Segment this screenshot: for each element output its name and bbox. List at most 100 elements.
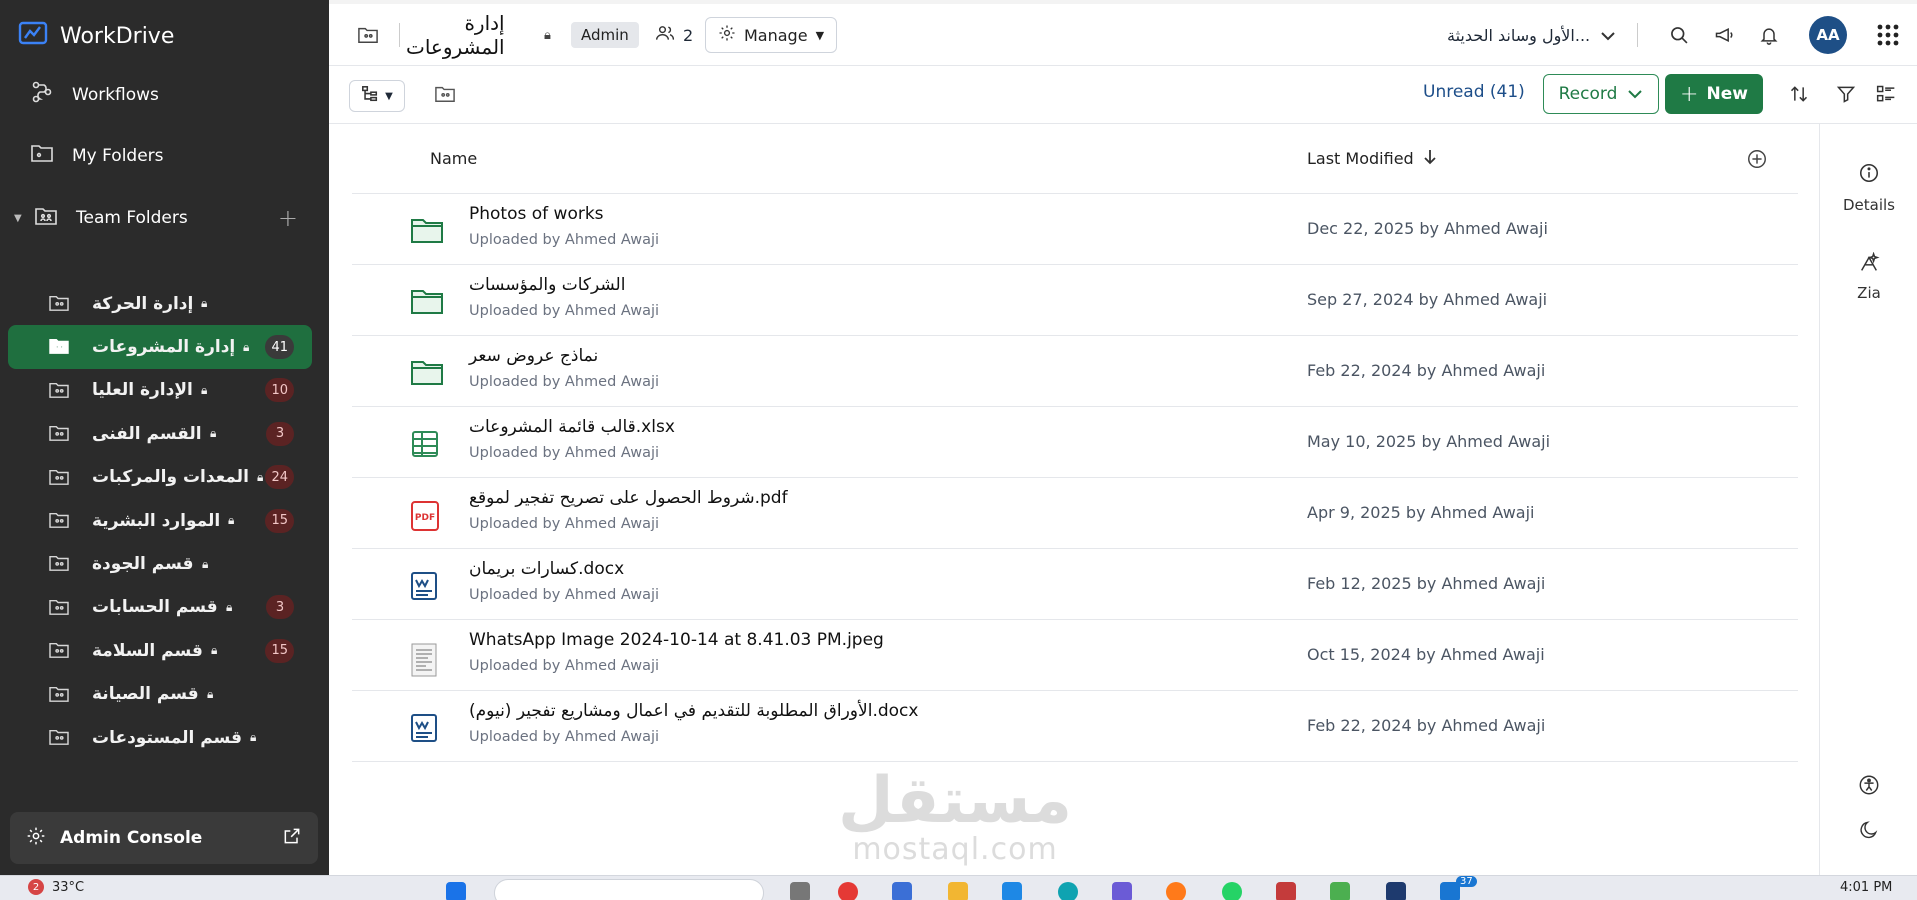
lock-icon: 🔒︎ [207,686,214,701]
table-row[interactable]: نماذج عروض سعر Uploaded by Ahmed Awaji Feb… [352,336,1798,407]
file-name[interactable]: WhatsApp Image 2024-10-14 at 8.41.03 PM.… [469,630,884,650]
whatsapp-icon[interactable] [1222,882,1242,900]
sidebar-folder-item[interactable]: قسم الصيانة 🔒︎ [8,673,312,716]
unread-filter-link[interactable]: Unread (41) [1423,82,1525,102]
file-explorer-icon[interactable] [948,882,968,900]
team-folder-icon [48,381,70,399]
column-header-name[interactable]: Name [430,149,477,168]
weather-widget[interactable]: 2 33°C [28,879,84,895]
column-header-last-modified[interactable]: Last Modified [1307,149,1436,169]
excel-icon[interactable] [1330,882,1350,900]
table-row[interactable]: الشركات والمؤسسات Uploaded by Ahmed Awaji… [352,265,1798,336]
last-modified: Feb 22, 2024 by Ahmed Awaji [1307,716,1546,735]
tree-view-button[interactable]: ▼ [349,80,405,112]
gear-icon [26,826,46,851]
admin-console-button[interactable]: Admin Console [10,812,318,864]
new-button[interactable]: + New [1665,74,1763,114]
windows-start-icon[interactable] [446,882,466,900]
file-name[interactable]: نماذج عروض سعر [469,346,598,366]
sidebar-folder-item[interactable]: الموارد البشرية 🔒︎ 15 [8,499,312,542]
copilot-icon[interactable] [892,882,912,900]
taskbar-search[interactable] [494,879,764,900]
table-row[interactable]: WhatsApp Image 2024-10-14 at 8.41.03 PM.… [352,620,1798,691]
table-row[interactable]: Photos of works Uploaded by Ahmed Awaji De… [352,194,1798,265]
folder-info-icon[interactable] [434,84,456,108]
table-row[interactable]: كسارات بريمان.docx Uploaded by Ahmed Awaj… [352,549,1798,620]
uploaded-by: Uploaded by Ahmed Awaji [469,729,660,745]
details-button[interactable]: Details [1820,162,1917,214]
bell-icon[interactable] [1759,4,1779,66]
uploaded-by: Uploaded by Ahmed Awaji [469,445,660,461]
brand-name: WorkDrive [60,23,175,49]
file-name[interactable]: الأوراق المطلوبة للتقديم في اعمال ومشاري… [469,701,918,721]
teams-icon[interactable] [1112,882,1132,900]
app-icon[interactable] [1386,882,1406,900]
clock[interactable]: 4:01 PM [1840,880,1892,895]
dark-mode-icon[interactable] [1820,820,1917,844]
team-folder-icon [48,337,70,355]
table-row[interactable]: PDF شروط الحصول على تصريح تفجير لموقع.pdf… [352,478,1798,549]
app-grid-icon[interactable] [1877,4,1899,66]
document-icon [410,571,444,601]
lock-icon: 🔒︎ [210,426,217,441]
sidebar-folder-item[interactable]: المعدات والمركبات 🔒︎ 24 [8,456,312,499]
members-button[interactable]: 2 [655,4,693,66]
sort-icon[interactable] [1789,84,1809,108]
toolbar: ▼ Unread (41) Record + New [329,66,1917,124]
sidebar-folder-item[interactable]: قسم الحسابات 🔒︎ 3 [8,586,312,629]
sidebar-folder-item[interactable]: قسم السلامة 🔒︎ 15 [8,629,312,672]
search-icon[interactable] [1669,4,1689,66]
accessibility-icon[interactable] [1820,774,1917,800]
watermark: مستقل mostaql.com [835,769,1075,867]
role-badge: Admin [571,22,639,48]
add-column-icon[interactable] [1746,148,1768,174]
record-button[interactable]: Record [1543,74,1659,114]
store-icon[interactable] [1002,882,1022,900]
file-name[interactable]: قالب قائمة المشروعات.xlsx [469,417,675,437]
caret-down-icon[interactable]: ▼ [14,213,34,224]
sidebar-folder-item[interactable]: إدارة المشروعات 🔒︎ 41 [8,325,312,369]
sidebar-folder-item[interactable]: الإدارة العليا 🔒︎ 10 [8,369,312,412]
sidebar-folder-item[interactable]: قسم الجودة 🔒︎ [8,542,312,585]
filter-icon[interactable] [1836,84,1856,108]
task-view-icon[interactable] [790,882,810,900]
sidebar-folder-item[interactable]: قسم المستودعات 🔒︎ [8,716,312,759]
file-name[interactable]: كسارات بريمان.docx [469,559,624,579]
brand[interactable]: WorkDrive [18,20,174,52]
team-folders-header[interactable]: ▼ Team Folders + [14,204,298,232]
uploaded-by: Uploaded by Ahmed Awaji [469,303,660,319]
add-team-folder-icon[interactable]: + [278,204,298,232]
zia-button[interactable]: Zia [1820,251,1917,302]
file-name[interactable]: الشركات والمؤسسات [469,275,625,295]
app-icon[interactable] [1276,882,1296,900]
chrome-icon[interactable] [838,882,858,900]
sidebar-item-my-folders[interactable]: My Folders [30,142,164,169]
members-count: 2 [683,25,694,45]
view-options-icon[interactable] [1876,84,1896,108]
manage-button[interactable]: Manage ▼ [705,17,838,53]
announcement-icon[interactable] [1714,4,1734,66]
caret-down-icon: ▼ [385,90,393,102]
sidebar-folder-item[interactable]: إدارة الحركة 🔒︎ [8,282,312,325]
sidebar-folder-item[interactable]: القسم الفنى 🔒︎ 3 [8,412,312,455]
org-switcher[interactable]: ...الأول وساند الحديثة [1447,4,1616,66]
file-name[interactable]: شروط الحصول على تصريح تفجير لموقع.pdf [469,488,788,508]
sidebar-item-workflows[interactable]: Workflows [30,80,159,109]
new-label: New [1706,84,1748,104]
pdf-icon: PDF [410,500,444,531]
table-row[interactable]: قالب قائمة المشروعات.xlsx Uploaded by Ahm… [352,407,1798,478]
last-modified: Apr 9, 2025 by Ahmed Awaji [1307,503,1535,522]
edge-icon[interactable] [1058,882,1078,900]
last-modified: May 10, 2025 by Ahmed Awaji [1307,432,1551,451]
unread-count-badge: 3 [266,595,294,620]
file-name[interactable]: Photos of works [469,204,604,224]
org-name: ...الأول وساند الحديثة [1447,25,1591,45]
table-body: Photos of works Uploaded by Ahmed Awaji De… [352,194,1798,762]
team-folder-icon [48,728,70,746]
team-folder-switch-icon[interactable] [357,4,379,66]
firefox-icon[interactable] [1166,882,1186,900]
table-row[interactable]: الأوراق المطلوبة للتقديم في اعمال ومشاري… [352,691,1798,762]
avatar[interactable]: AA [1809,16,1847,54]
last-modified: Feb 12, 2025 by Ahmed Awaji [1307,574,1546,593]
file-table: Name Last Modified Photos of works Upload… [352,124,1798,762]
